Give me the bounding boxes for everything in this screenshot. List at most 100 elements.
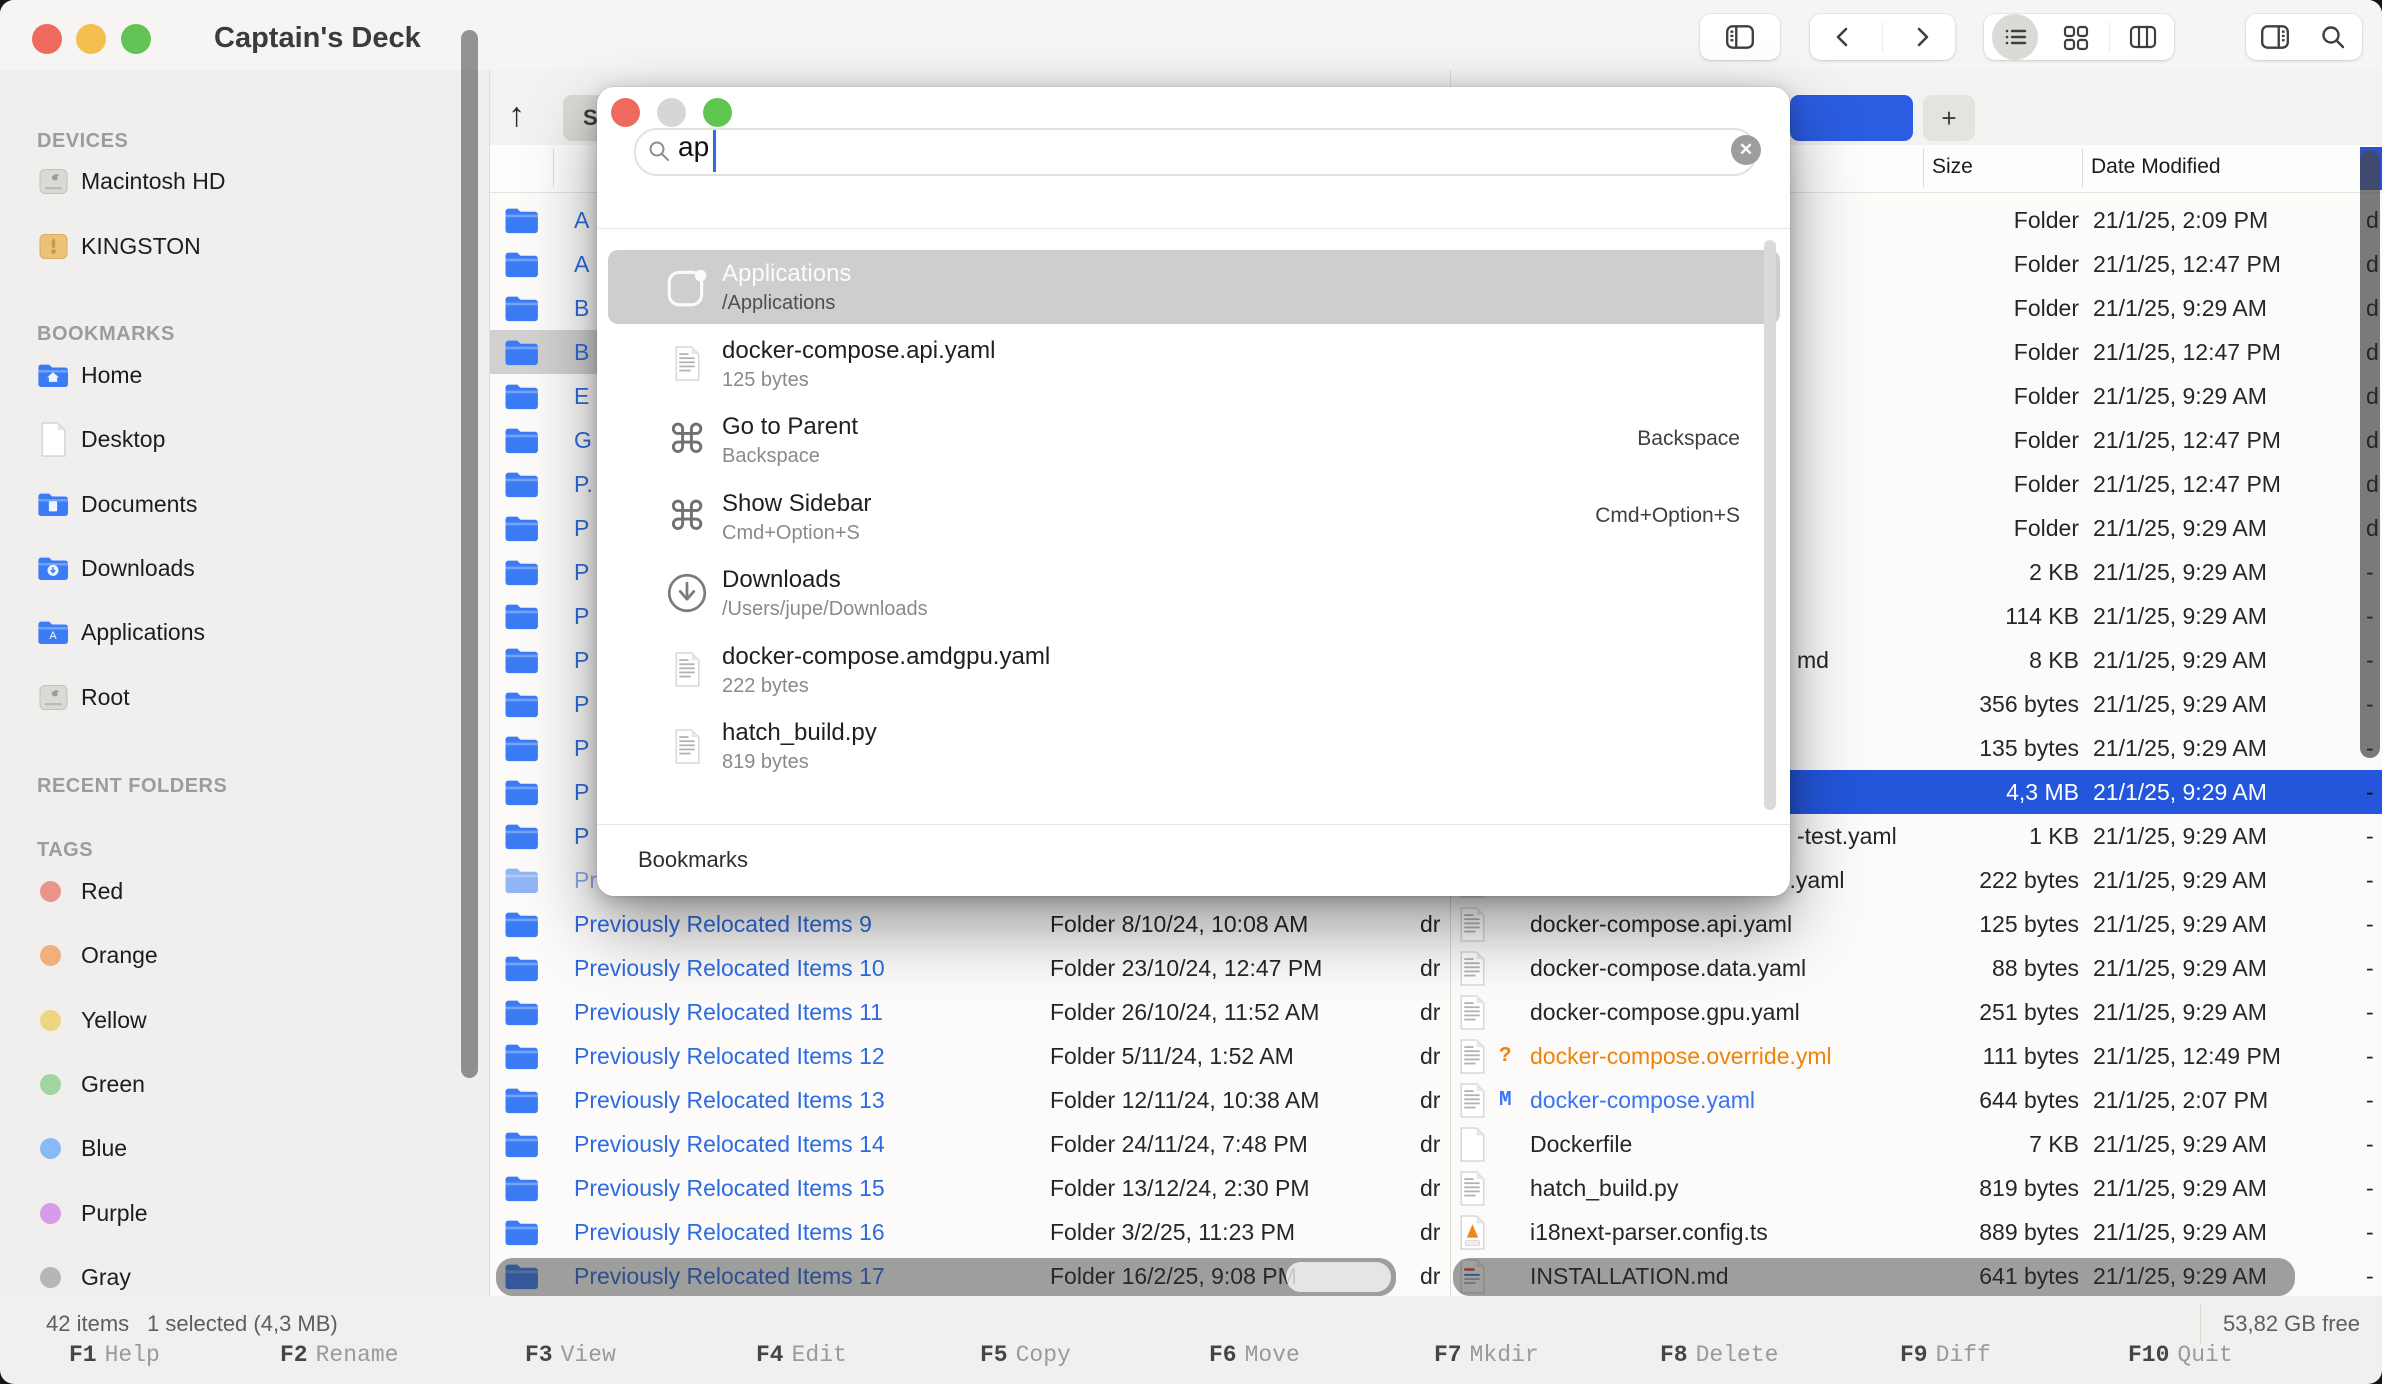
file-row[interactable]: Previously Relocated Items 13Folder 12/1… xyxy=(490,1078,1450,1122)
folder-icon xyxy=(504,770,539,814)
function-key-f6[interactable]: F6Move xyxy=(1209,1342,1300,1368)
sidebar-item-kingston[interactable]: KINGSTON xyxy=(0,223,490,269)
sidebar-item-icon xyxy=(37,684,69,711)
sidebar-item-red[interactable]: Red xyxy=(0,868,490,914)
sidebar-item-blue[interactable]: Blue xyxy=(0,1125,490,1171)
file-size: Folder xyxy=(1831,286,2079,330)
sidebar-scrollbar[interactable] xyxy=(461,30,478,1078)
palette-result-title: hatch_build.py xyxy=(722,719,877,747)
sidebar-item-orange[interactable]: Orange xyxy=(0,932,490,978)
doc-icon xyxy=(657,633,717,707)
palette-result-docker-compose-amdgpu-yaml[interactable]: docker-compose.amdgpu.yaml222 bytes xyxy=(608,633,1780,707)
back-button[interactable] xyxy=(1815,14,1871,60)
columns-view-button[interactable] xyxy=(2115,14,2171,60)
columns-view-icon xyxy=(2128,22,2158,52)
column-header-size[interactable]: Size xyxy=(1932,155,1973,179)
sidebar-item-root[interactable]: Root xyxy=(0,674,490,720)
function-key-f9[interactable]: F9Diff xyxy=(1900,1342,1991,1368)
toggle-sidebar-button[interactable] xyxy=(1712,14,1768,60)
file-row[interactable]: Previously Relocated Items 10Folder 23/1… xyxy=(490,946,1450,990)
file-row[interactable]: Previously Relocated Items 14Folder 24/1… xyxy=(490,1122,1450,1166)
folder-icon xyxy=(504,1166,539,1210)
file-row[interactable]: docker-compose.data.yaml88 bytes21/1/25,… xyxy=(1451,946,2382,990)
sidebar-item-documents[interactable]: Documents xyxy=(0,481,490,527)
grid-view-button[interactable] xyxy=(2048,14,2104,60)
sidebar-item-downloads[interactable]: Downloads xyxy=(0,545,490,591)
palette-result-docker-compose-api-yaml[interactable]: docker-compose.api.yaml125 bytes xyxy=(608,327,1780,401)
close-window-button[interactable] xyxy=(32,24,62,54)
palette-result-applications[interactable]: Applications/Applications xyxy=(608,250,1780,324)
function-key-f1[interactable]: F1Help xyxy=(69,1342,160,1368)
file-permissions: - xyxy=(2366,946,2374,990)
file-row[interactable]: Previously Relocated Items 15Folder 13/1… xyxy=(490,1166,1450,1210)
function-key-f5[interactable]: F5Copy xyxy=(980,1342,1071,1368)
function-key-label: F4 xyxy=(756,1342,784,1368)
file-permissions: d xyxy=(2366,462,2379,506)
function-key-f7[interactable]: F7Mkdir xyxy=(1434,1342,1539,1368)
go-up-button[interactable]: ↑ xyxy=(508,98,525,132)
file-row[interactable]: hatch_build.py819 bytes21/1/25, 9:29 AM- xyxy=(1451,1166,2382,1210)
file-row[interactable]: Mdocker-compose.yaml644 bytes21/1/25, 2:… xyxy=(1451,1078,2382,1122)
palette-result-downloads[interactable]: Downloads/Users/jupe/Downloads xyxy=(608,556,1780,630)
file-row[interactable]: Previously Relocated Items 16Folder 3/2/… xyxy=(490,1210,1450,1254)
sidebar-item-gray[interactable]: Gray xyxy=(0,1254,490,1296)
function-key-f4[interactable]: F4Edit xyxy=(756,1342,847,1368)
function-key-bar: F1Help F2Rename F3View F4Edit F5Copy F6Move F7… xyxy=(0,1340,2382,1384)
palette-result-title: Show Sidebar xyxy=(722,490,871,518)
file-date-modified: Folder 23/10/24, 12:47 PM xyxy=(1050,946,1322,990)
folder-icon xyxy=(504,946,539,990)
sidebar-item-applications[interactable]: AApplications xyxy=(0,609,490,655)
new-tab-button[interactable]: + xyxy=(1923,95,1975,141)
function-key-f2[interactable]: F2Rename xyxy=(280,1342,398,1368)
file-date-modified: Folder 24/11/24, 7:48 PM xyxy=(1050,1122,1308,1166)
file-icon xyxy=(1459,946,1486,990)
palette-result-show-sidebar[interactable]: ⌘Show SidebarCmd+Option+SCmd+Option+S xyxy=(608,480,1780,554)
chevron-right-icon xyxy=(1907,22,1937,52)
sidebar-item-green[interactable]: Green xyxy=(0,1061,490,1107)
left-horizontal-scrollbar[interactable] xyxy=(496,1258,1396,1296)
file-row[interactable]: docker-compose.gpu.yaml251 bytes21/1/25,… xyxy=(1451,990,2382,1034)
file-permissions: d xyxy=(2366,374,2379,418)
file-name: Previously Relocated Items 9 xyxy=(574,902,872,946)
minimize-window-button[interactable] xyxy=(76,24,106,54)
palette-zoom-button[interactable] xyxy=(703,98,732,127)
sidebar-item-desktop[interactable]: Desktop xyxy=(0,416,490,462)
search-button[interactable] xyxy=(2305,14,2361,60)
right-pane-active-tab[interactable] xyxy=(1790,95,1913,141)
sidebar-item-macintosh-hd[interactable]: Macintosh HD xyxy=(0,158,490,204)
palette-close-button[interactable] xyxy=(611,98,640,127)
palette-search-field[interactable] xyxy=(634,128,1757,176)
toggle-preview-button[interactable] xyxy=(2247,14,2303,60)
palette-scrollbar[interactable] xyxy=(1764,240,1776,810)
sidebar-item-yellow[interactable]: Yellow xyxy=(0,997,490,1043)
palette-minimize-button[interactable] xyxy=(657,98,686,127)
file-row[interactable]: ?docker-compose.override.yml111 bytes21/… xyxy=(1451,1034,2382,1078)
palette-result-subtitle: 125 bytes xyxy=(722,369,809,392)
file-permissions: dr xyxy=(1420,1122,1440,1166)
function-key-f8[interactable]: F8Delete xyxy=(1660,1342,1778,1368)
list-view-button[interactable] xyxy=(1987,14,2043,60)
sidebar-item-home[interactable]: Home xyxy=(0,352,490,398)
function-key-f10[interactable]: F10Quit xyxy=(2128,1342,2233,1368)
sidebar-item-purple[interactable]: Purple xyxy=(0,1190,490,1236)
file-row[interactable]: Previously Relocated Items 11Folder 26/1… xyxy=(490,990,1450,1034)
column-header-date-modified[interactable]: Date Modified xyxy=(2091,155,2221,179)
function-key-label: F10 xyxy=(2128,1342,2169,1368)
palette-result-go-to-parent[interactable]: ⌘Go to ParentBackspaceBackspace xyxy=(608,403,1780,477)
forward-button[interactable] xyxy=(1894,14,1950,60)
file-row[interactable]: Previously Relocated Items 9Folder 8/10/… xyxy=(490,902,1450,946)
file-row[interactable]: Previously Relocated Items 12Folder 5/11… xyxy=(490,1034,1450,1078)
palette-result-hatch-build-py[interactable]: hatch_build.py819 bytes xyxy=(608,709,1780,783)
clear-search-button[interactable]: ✕ xyxy=(1731,135,1761,165)
file-row[interactable]: i18next-parser.config.ts889 bytes21/1/25… xyxy=(1451,1210,2382,1254)
doc-icon xyxy=(657,327,717,401)
file-size: 125 bytes xyxy=(1831,902,2079,946)
file-name: Previously Relocated Items 11 xyxy=(574,990,883,1034)
file-row[interactable]: docker-compose.api.yaml125 bytes21/1/25,… xyxy=(1451,902,2382,946)
file-row[interactable]: Dockerfile7 KB21/1/25, 9:29 AM- xyxy=(1451,1122,2382,1166)
function-key-f3[interactable]: F3View xyxy=(525,1342,616,1368)
zoom-window-button[interactable] xyxy=(121,24,151,54)
folder-icon xyxy=(504,1122,539,1166)
folder-icon xyxy=(504,990,539,1034)
right-horizontal-scrollbar[interactable] xyxy=(1453,1258,2295,1296)
